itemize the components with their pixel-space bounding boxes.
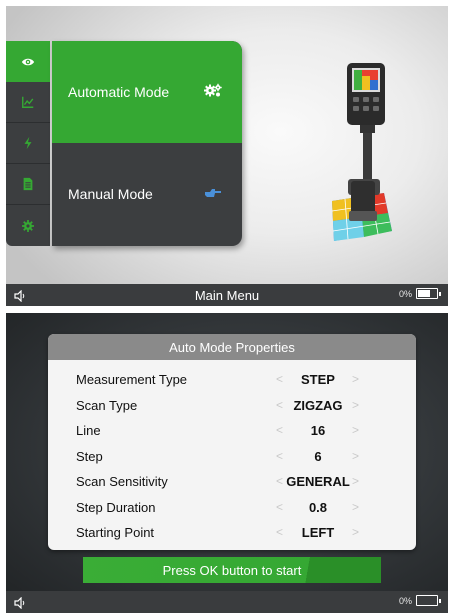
property-label: Step (76, 448, 103, 464)
speaker-icon[interactable] (14, 596, 26, 613)
battery-indicator: 0% (398, 595, 441, 606)
battery-fill (418, 290, 430, 297)
tab-settings[interactable] (6, 205, 50, 246)
main-menu-screen: Automatic Mode Manual Mode Main Menu 0% (6, 6, 448, 306)
properties-list: Measurement Type < STEP > Scan Type < ZIGZAG > L… (48, 368, 416, 547)
tab-files[interactable] (6, 164, 50, 205)
battery-percent: 0% (398, 595, 412, 606)
gear-icon (22, 219, 34, 232)
property-label: Step Duration (76, 499, 156, 515)
eye-icon (21, 58, 35, 65)
document-icon (23, 177, 33, 191)
tab-view[interactable] (6, 41, 50, 82)
arrow-right-icon[interactable]: > (352, 525, 359, 539)
chart-icon (22, 96, 34, 108)
arrow-right-icon[interactable]: > (352, 423, 359, 437)
arrow-right-icon[interactable]: > (352, 500, 359, 514)
speaker-icon[interactable] (14, 289, 26, 306)
arrow-right-icon[interactable]: > (352, 449, 359, 463)
auto-mode-screen: Auto Mode Properties Measurement Type < ST… (6, 313, 448, 613)
property-label: Scan Type (76, 397, 138, 413)
scanner-device-illustration (322, 61, 412, 246)
status-bar: Main Menu 0% (6, 284, 448, 306)
property-label: Measurement Type (76, 372, 188, 387)
lightning-icon (24, 136, 32, 150)
mode-menu: Automatic Mode Manual Mode (52, 41, 242, 246)
battery-indicator: 0% (398, 288, 441, 299)
screen-title: Main Menu (194, 287, 260, 303)
auto-mode-properties-panel: Auto Mode Properties Measurement Type < ST… (48, 334, 416, 550)
battery-icon (416, 595, 441, 606)
automatic-mode-item[interactable]: Automatic Mode (52, 41, 242, 143)
manual-mode-item[interactable]: Manual Mode (52, 143, 242, 245)
tab-power[interactable] (6, 123, 50, 164)
property-row[interactable]: Step <6 > (48, 445, 416, 471)
property-label: Line (76, 423, 101, 438)
battery-icon (416, 288, 441, 299)
manual-mode-label: Manual Mode (68, 186, 153, 202)
arrow-right-icon[interactable]: > (352, 474, 359, 488)
property-row[interactable]: Starting Point < LEFT > (48, 521, 416, 547)
automatic-mode-label: Automatic Mode (68, 84, 170, 100)
property-row[interactable]: Scan Type < ZIGZAG > (48, 394, 416, 420)
gears-icon (204, 83, 222, 101)
property-row[interactable]: Scan Sensitivity < GENERAL > (48, 470, 416, 496)
property-label: Scan Sensitivity (76, 474, 168, 489)
start-button[interactable]: Press OK button to start (83, 557, 381, 583)
status-bar: 0% (6, 591, 448, 613)
property-row[interactable]: Step Duration <0.8 > (48, 496, 416, 522)
property-label: Starting Point (76, 525, 155, 540)
battery-percent: 0% (398, 288, 412, 299)
hand-pointer-icon (204, 186, 222, 202)
side-tab-bar (6, 41, 50, 246)
tab-graph[interactable] (6, 82, 50, 123)
panel-title: Auto Mode Properties (48, 334, 416, 360)
property-row[interactable]: Measurement Type < STEP > (48, 368, 416, 394)
arrow-right-icon[interactable]: > (352, 372, 359, 386)
arrow-right-icon[interactable]: > (352, 398, 359, 412)
property-row[interactable]: Line <16 > (48, 419, 416, 445)
